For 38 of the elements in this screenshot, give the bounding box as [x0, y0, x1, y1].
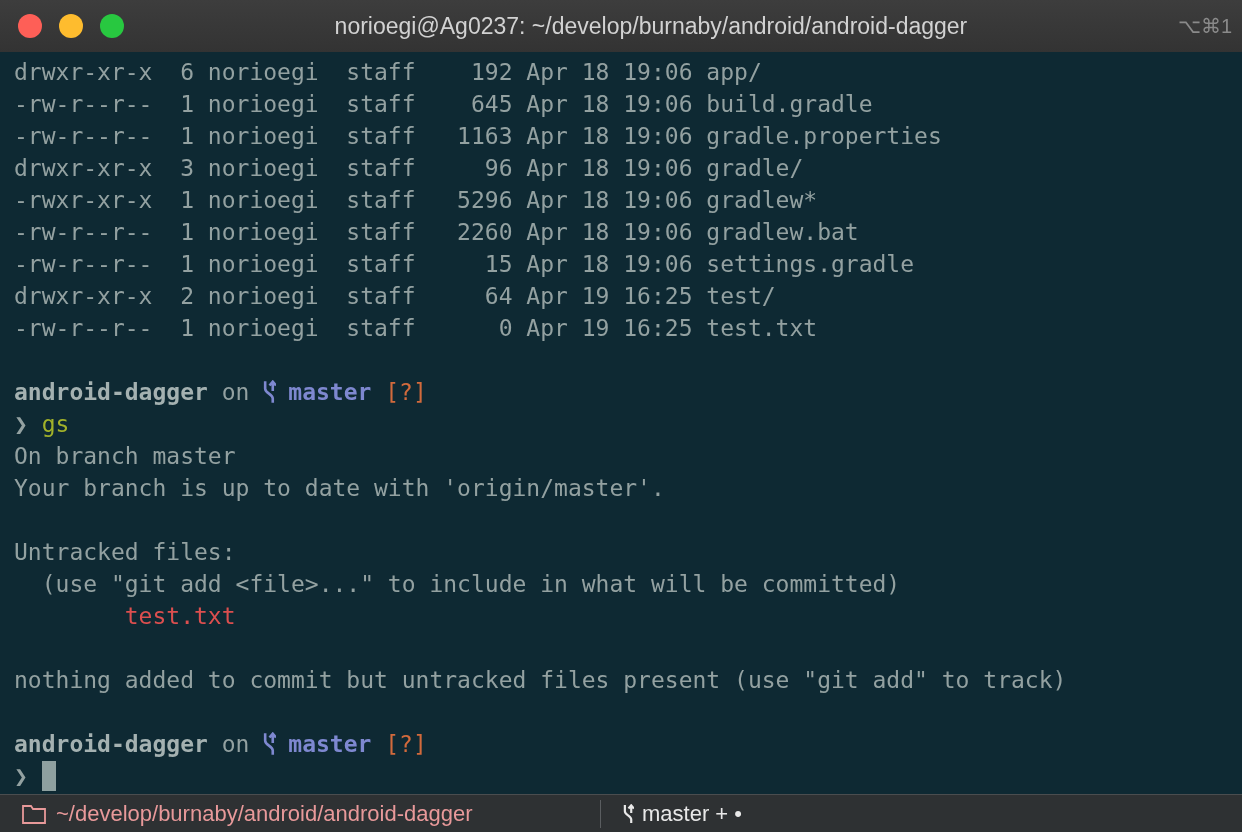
output-line: -rw-r--r-- 1 norioegi staff 2260 Apr 18 19:06 gradlew.bat — [14, 218, 859, 247]
output-line: On branch master — [14, 442, 236, 471]
branch-icon — [623, 803, 634, 824]
prompt-branch: master — [288, 730, 372, 759]
branch-icon — [263, 380, 277, 404]
output-line: Untracked files: — [14, 538, 236, 567]
close-button[interactable] — [18, 14, 42, 38]
output-line: -rw-r--r-- 1 norioegi staff 1163 Apr 18 19:06 gradle.properties — [14, 122, 942, 151]
prompt-symbol: ❯ — [14, 762, 28, 791]
prompt-directory: android-dagger — [14, 378, 208, 407]
shortcut-label: ⌥⌘1 — [1177, 14, 1232, 38]
output-line: -rwxr-xr-x 1 norioegi staff 5296 Apr 18 19:06 gradlew* — [14, 186, 818, 215]
untracked-file: test.txt — [123, 602, 236, 631]
command-text: gs — [41, 410, 70, 439]
output-line: (use "git add <file>..." to include in what will be committed) — [40, 570, 901, 599]
folder-icon — [22, 803, 46, 824]
minimize-button[interactable] — [59, 14, 83, 38]
output-line: -rw-r--r-- 1 norioegi staff 645 Apr 18 19:06 build.gradle — [14, 90, 873, 119]
output-line: Your branch is up to date with 'origin/master'. — [14, 474, 665, 503]
prompt-status: [?] — [385, 730, 427, 759]
directory-path: ~/develop/burnaby/android/android-dagger — [56, 800, 473, 827]
zoom-button[interactable] — [100, 14, 124, 38]
output-line: -rw-r--r-- 1 norioegi staff 0 Apr 19 16:25 test.txt — [14, 314, 818, 343]
output-line: drwxr-xr-x 3 norioegi staff 96 Apr 18 19:06 gradle/ — [14, 154, 804, 183]
prompt-branch: master — [288, 378, 372, 407]
text-cursor — [41, 761, 56, 791]
prompt-on: on — [221, 730, 250, 759]
prompt-status: [?] — [385, 378, 427, 407]
git-branch-status: master + • — [642, 800, 742, 827]
window-title: norioegi@Ag0237: ~/develop/burnaby/android/android-dagger — [333, 12, 969, 40]
output-line: drwxr-xr-x 2 norioegi staff 64 Apr 19 16:25 test/ — [14, 282, 776, 311]
output-line: drwxr-xr-x 6 norioegi staff 192 Apr 18 19:06 app/ — [14, 58, 762, 87]
prompt-on: on — [221, 378, 250, 407]
branch-icon — [263, 732, 277, 756]
prompt-symbol: ❯ — [14, 410, 28, 439]
prompt-directory: android-dagger — [14, 730, 208, 759]
output-line: nothing added to commit but untracked files present (use "git add" to track) — [14, 666, 1067, 695]
output-line: -rw-r--r-- 1 norioegi staff 15 Apr 18 19:06 settings.gradle — [14, 250, 915, 279]
